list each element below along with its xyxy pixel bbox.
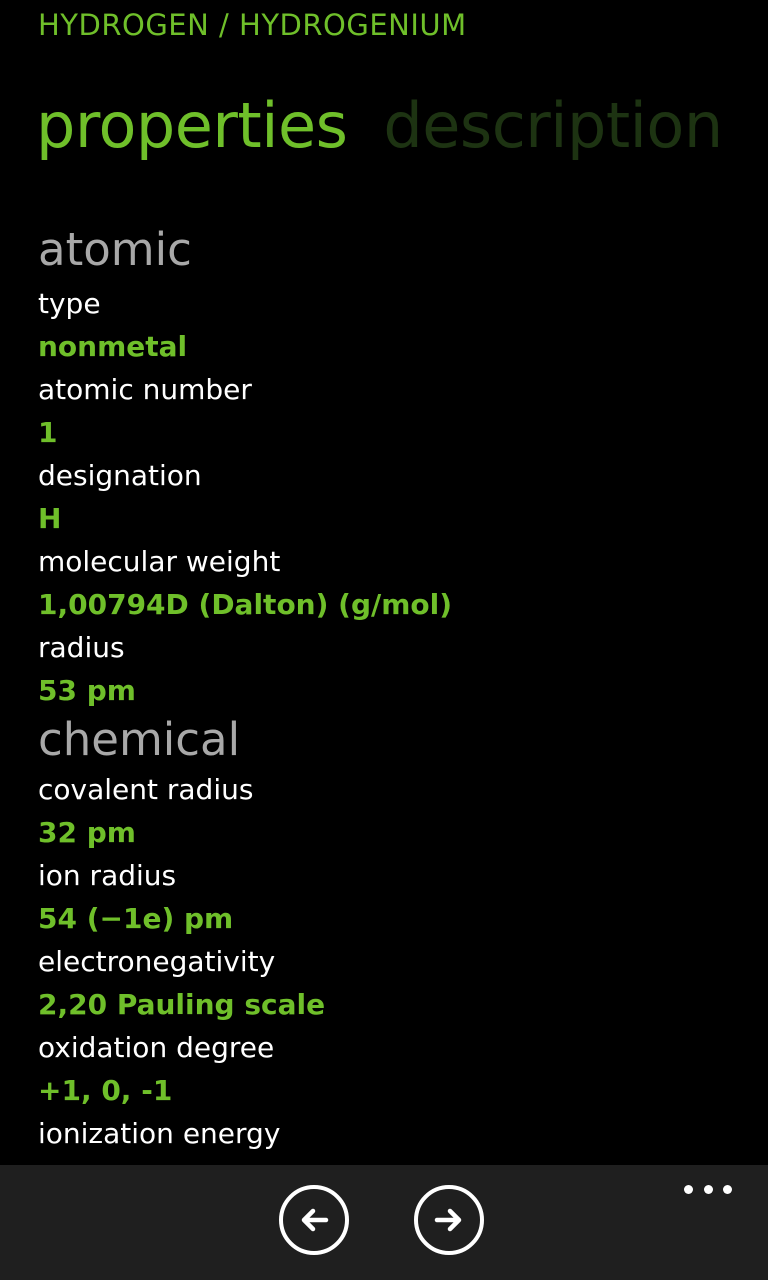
label-molecular-weight: molecular weight	[38, 545, 281, 578]
label-atomic-number: atomic number	[38, 373, 252, 406]
app-bar	[0, 1165, 768, 1280]
value-designation: H	[38, 502, 62, 535]
properties-list[interactable]: atomic type nonmetal atomic number 1 des…	[38, 222, 738, 1163]
dot	[703, 1184, 713, 1194]
arrow-right-icon	[434, 1208, 462, 1232]
tab-description[interactable]: description	[383, 86, 723, 166]
pivot-headers: properties description	[36, 86, 759, 176]
value-covalent-radius: 32 pm	[38, 816, 136, 849]
dot	[684, 1184, 693, 1194]
value-molecular-weight: 1,00794D (Dalton) (g/mol)	[38, 588, 453, 621]
label-covalent-radius: covalent radius	[38, 773, 254, 806]
value-radius: 53 pm	[38, 674, 136, 707]
ellipsis-icon[interactable]	[684, 1179, 732, 1199]
forward-button[interactable]	[414, 1185, 484, 1255]
back-button[interactable]	[279, 1185, 349, 1255]
tab-properties[interactable]: properties	[36, 86, 348, 166]
value-electronegativity: 2,20 Pauling scale	[38, 988, 326, 1021]
app-title: HYDROGEN / HYDROGENIUM	[38, 8, 467, 42]
label-oxidation-degree: oxidation degree	[38, 1031, 275, 1064]
label-electronegativity: electronegativity	[38, 945, 276, 978]
value-type: nonmetal	[38, 330, 188, 363]
dot	[723, 1184, 732, 1194]
section-header-atomic: atomic	[38, 223, 192, 276]
value-atomic-number: 1	[38, 416, 58, 449]
label-designation: designation	[38, 459, 202, 492]
label-ionization-energy: ionization energy	[38, 1117, 281, 1150]
arrow-left-icon	[301, 1208, 329, 1232]
section-header-chemical: chemical	[38, 713, 241, 766]
label-ion-radius: ion radius	[38, 859, 177, 892]
value-oxidation-degree: +1, 0, -1	[38, 1074, 173, 1107]
label-radius: radius	[38, 631, 125, 664]
label-type: type	[38, 287, 101, 320]
value-ion-radius: 54 (−1e) pm	[38, 902, 234, 935]
